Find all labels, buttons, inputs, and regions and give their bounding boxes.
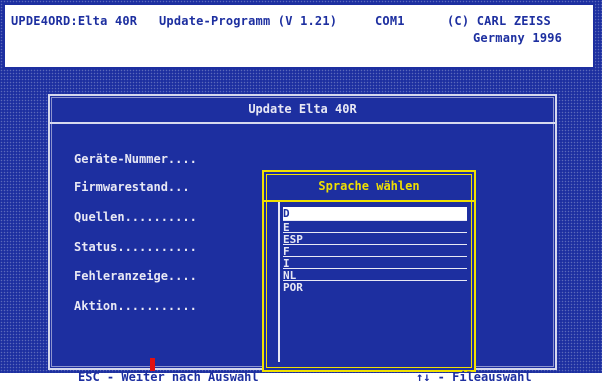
language-option-por[interactable]: POR — [283, 282, 467, 293]
program-header: UPDE4ORD:Elta 40R Update-Programm (V 1.2… — [3, 3, 595, 69]
copyright-country: Germany 1996 — [473, 31, 563, 45]
program-title: Update-Programm (V 1.21) — [159, 14, 338, 28]
language-option-esp[interactable]: ESP — [283, 234, 467, 245]
program-name: UPDE4ORD:Elta 40R — [11, 14, 138, 28]
field-firmware-version: Firmwarestand... — [74, 180, 190, 194]
status-arrow-hint: ↑↓ - Fileauswahl — [416, 370, 532, 383]
field-device-number: Geräte-Nummer.... — [74, 152, 197, 166]
status-bar: ESC - Weiter nach Auswahl ↑↓ - Fileauswa… — [0, 370, 602, 383]
language-picker-title: Sprache wählen — [264, 172, 474, 202]
field-status: Status........... — [74, 240, 197, 254]
language-picker: Sprache wählen D E ESP F I NL POR — [262, 170, 476, 372]
language-option-f[interactable]: F — [283, 246, 467, 257]
field-sources: Quellen.......... — [74, 210, 197, 224]
language-option-d[interactable]: D — [283, 207, 467, 221]
language-option-i[interactable]: I — [283, 258, 467, 269]
language-option-nl[interactable]: NL — [283, 270, 467, 281]
port-label: COM1 — [375, 14, 405, 28]
copyright-label: (C) CARL ZEISS — [447, 14, 551, 28]
dos-screen: UPDE4ORD:Elta 40R Update-Programm (V 1.2… — [0, 0, 602, 383]
status-esc-hint: ESC - Weiter nach Auswahl — [78, 370, 259, 383]
field-error-display: Fehleranzeige.... — [74, 269, 197, 283]
language-option-e[interactable]: E — [283, 222, 467, 233]
language-list[interactable]: D E ESP F I NL POR — [278, 202, 470, 362]
field-action: Aktion........... — [74, 299, 197, 313]
dialog-title: Update Elta 40R — [50, 96, 555, 124]
